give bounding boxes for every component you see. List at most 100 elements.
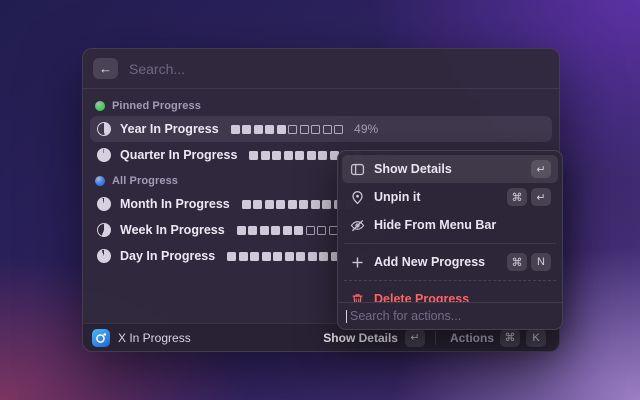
- pie-progress-icon: [97, 148, 111, 162]
- progress-square-filled: [311, 200, 320, 209]
- progress-square-filled: [273, 252, 282, 261]
- progress-item-title: Day In Progress: [120, 249, 215, 263]
- menu-item[interactable]: Unpin it ⌘↵: [342, 183, 558, 211]
- progress-square-filled: [254, 125, 263, 134]
- actions-search-input[interactable]: Search for actions...: [348, 309, 461, 323]
- menu-item[interactable]: Add New Progress ⌘N: [342, 248, 558, 276]
- section-label: All Progress: [112, 175, 178, 187]
- progress-square-filled: [249, 151, 258, 160]
- progress-square-filled: [242, 125, 251, 134]
- progress-square-filled: [299, 200, 308, 209]
- progress-square-filled: [253, 200, 262, 209]
- sidebar-icon: [349, 162, 365, 177]
- search-input[interactable]: Search...: [129, 61, 185, 77]
- progress-square-empty: [288, 125, 297, 134]
- progress-squares: [237, 226, 350, 235]
- actions-menu: Show Details↵Unpin it⌘↵Hide From Menu Ba…: [337, 150, 563, 330]
- progress-square-filled: [294, 226, 303, 235]
- progress-square-empty: [300, 125, 309, 134]
- progress-square-filled: [265, 200, 274, 209]
- show-details-action[interactable]: Show Details: [323, 331, 398, 345]
- section-header: Pinned Progress: [90, 96, 552, 116]
- pie-progress-icon: [97, 197, 111, 211]
- progress-square-filled: [242, 200, 251, 209]
- key-badge: ⌘: [507, 188, 527, 206]
- menu-item-label: Add New Progress: [374, 255, 498, 269]
- key-badge: N: [531, 253, 551, 271]
- menu-item-label: Unpin it: [374, 190, 498, 204]
- back-button[interactable]: ←: [93, 58, 118, 79]
- menu-item-keys: ⌘N: [507, 253, 551, 271]
- progress-square-empty: [323, 125, 332, 134]
- menu-item-label: Show Details: [374, 162, 522, 176]
- section-label: Pinned Progress: [112, 100, 201, 112]
- desktop-background: ← Search... Pinned Progress Year In Progr…: [0, 0, 640, 400]
- section-dot-icon: [95, 176, 105, 186]
- cmd-key-badge: ⌘: [500, 329, 520, 347]
- status-divider: [435, 331, 436, 345]
- menu-item-keys: ↵: [531, 160, 551, 178]
- progress-item-title: Week In Progress: [120, 223, 225, 237]
- progress-app-icon: [92, 329, 110, 347]
- key-badge: ↵: [531, 188, 551, 206]
- progress-square-filled: [307, 151, 316, 160]
- menu-divider: [344, 243, 556, 244]
- progress-square-filled: [285, 252, 294, 261]
- progress-square-filled: [277, 125, 286, 134]
- progress-square-empty: [334, 125, 343, 134]
- menu-item[interactable]: Hide From Menu Bar: [342, 211, 558, 239]
- k-key-badge: K: [526, 329, 546, 347]
- progress-square-filled: [319, 252, 328, 261]
- progress-square-filled: [283, 226, 292, 235]
- progress-square-filled: [322, 200, 331, 209]
- trash-icon: [349, 292, 365, 303]
- key-badge: ⌘: [507, 253, 527, 271]
- menu-item-label: Delete Progress: [374, 292, 551, 302]
- arrow-left-icon: ←: [99, 61, 112, 76]
- progress-square-filled: [276, 200, 285, 209]
- progress-squares: [231, 125, 344, 134]
- progress-item-title: Year In Progress: [120, 122, 219, 136]
- progress-square-filled: [250, 252, 259, 261]
- pie-progress-icon: [97, 249, 111, 263]
- progress-square-filled: [231, 125, 240, 134]
- progress-square-filled: [227, 252, 236, 261]
- menu-item-keys: ⌘↵: [507, 188, 551, 206]
- pie-progress-icon: [97, 223, 111, 237]
- clipped-row-wrapper: Delete Progress: [342, 285, 558, 302]
- progress-square-empty: [317, 226, 326, 235]
- enter-key-badge: ↵: [405, 329, 425, 347]
- progress-square-filled: [272, 151, 281, 160]
- progress-square-filled: [308, 252, 317, 261]
- progress-item-title: Quarter In Progress: [120, 148, 237, 162]
- menu-divider-dashed: [344, 280, 556, 281]
- progress-item-title: Month In Progress: [120, 197, 230, 211]
- progress-square-filled: [261, 151, 270, 160]
- status-app-label: X In Progress: [118, 331, 191, 345]
- menu-item[interactable]: Show Details ↵: [342, 155, 558, 183]
- section-dot-icon: [95, 101, 105, 111]
- pie-progress-icon: [97, 122, 111, 136]
- progress-square-empty: [311, 125, 320, 134]
- progress-square-filled: [295, 151, 304, 160]
- pin-icon: [349, 190, 365, 205]
- progress-square-filled: [284, 151, 293, 160]
- progress-square-empty: [306, 226, 315, 235]
- progress-square-filled: [239, 252, 248, 261]
- text-caret: [346, 310, 347, 323]
- progress-square-filled: [262, 252, 271, 261]
- progress-square-filled: [265, 125, 274, 134]
- progress-square-filled: [288, 200, 297, 209]
- progress-square-filled: [318, 151, 327, 160]
- menu-item[interactable]: Delete Progress: [342, 285, 558, 302]
- search-bar: ← Search...: [83, 49, 559, 89]
- progress-percent: 49%: [354, 122, 378, 136]
- progress-square-filled: [237, 226, 246, 235]
- progress-square-filled: [260, 226, 269, 235]
- list-item[interactable]: Year In Progress 49%: [90, 116, 552, 142]
- progress-squares: [227, 252, 340, 261]
- key-badge: ↵: [531, 160, 551, 178]
- menu-item-label: Hide From Menu Bar: [374, 218, 551, 232]
- eye-slash-icon: [349, 218, 365, 233]
- plus-icon: [349, 255, 365, 270]
